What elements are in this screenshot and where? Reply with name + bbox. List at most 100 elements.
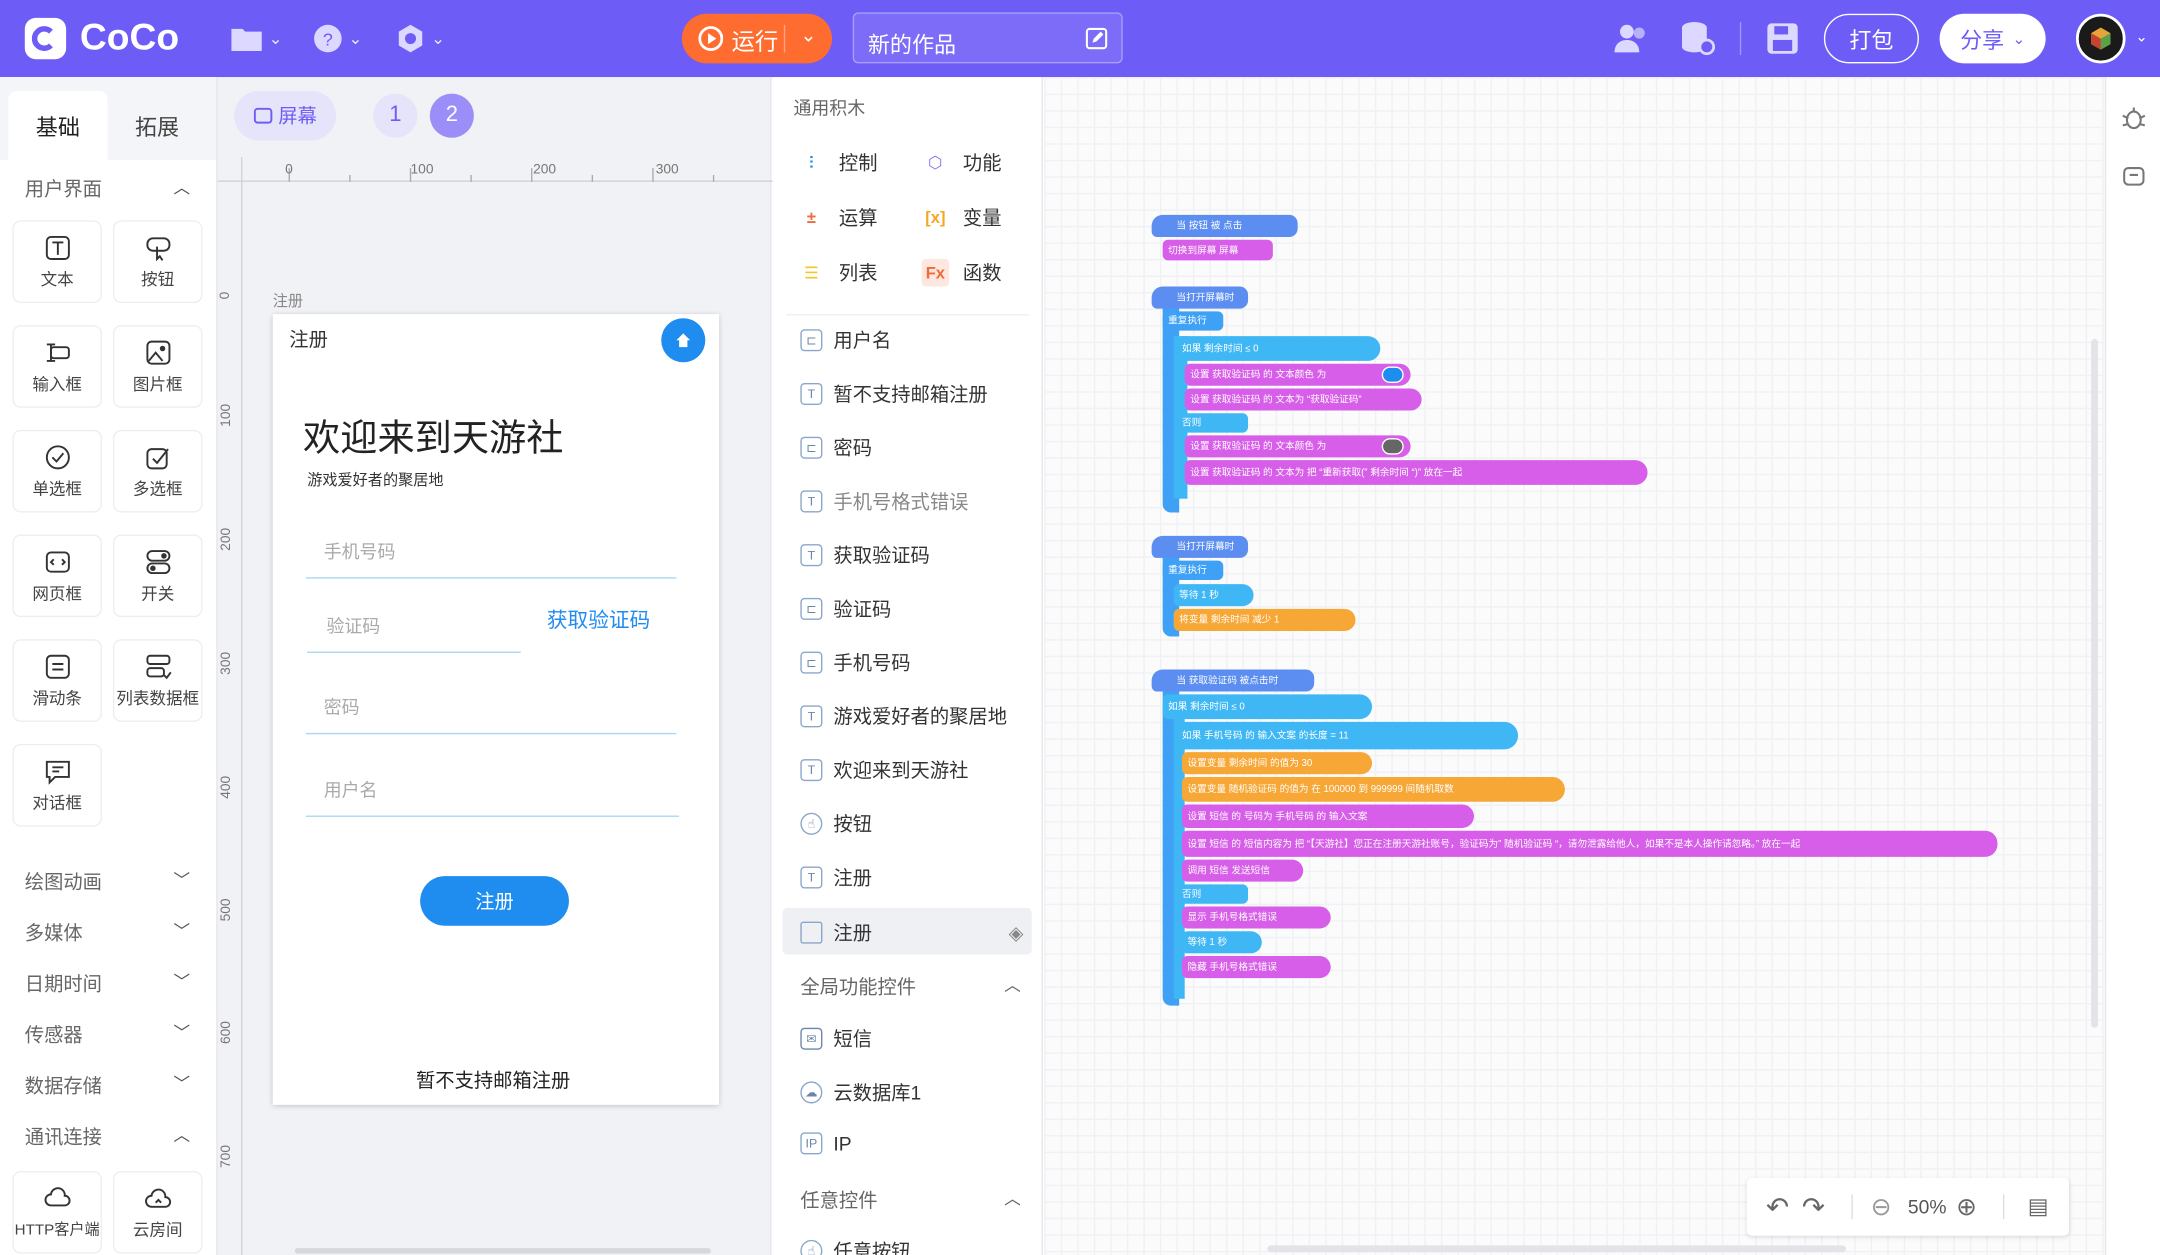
project-title-input[interactable]: 新的作品 (852, 12, 1123, 64)
component-list-view[interactable]: 列表数据框 (112, 639, 203, 722)
section-sensor[interactable]: 传感器 ﹀ (25, 1021, 190, 1049)
layers-icon[interactable]: ◈ (1009, 921, 1024, 944)
category-function[interactable]: ⬡ 功能 (922, 149, 1001, 177)
block-item-email-note[interactable]: T 暂不支持邮箱注册 (800, 380, 1034, 408)
component-webview[interactable]: 网页框 (12, 534, 102, 618)
screen-toggle-button[interactable]: 屏幕 (234, 90, 337, 141)
block-item-register-screen[interactable]: 注册 ◈ (800, 919, 1034, 947)
component-text[interactable]: 文本 (12, 220, 102, 304)
set-block[interactable]: 设置 获取验证码 的 文本颜色 为 (1184, 363, 1411, 386)
wait-block[interactable]: 等待 1 秒 (1181, 931, 1262, 954)
block-item-username[interactable]: ⊏ 用户名 (800, 326, 1034, 354)
component-cloud-room[interactable]: 云房间 (112, 1170, 203, 1254)
component-image[interactable]: 图片框 (112, 325, 203, 408)
section-draw[interactable]: 绘图动画 ﹀ (25, 868, 190, 896)
chevron-down-icon[interactable]: ⌄ (2135, 28, 2148, 46)
app-logo[interactable]: CoCo (24, 17, 179, 60)
username-input[interactable]: 用户名 (305, 776, 680, 817)
section-global-widgets[interactable]: 全局功能控件 ︿ (800, 973, 1020, 1001)
component-slider[interactable]: 滑动条 (12, 639, 102, 722)
align-blocks-icon[interactable]: ▤ (2028, 1193, 2049, 1221)
redo-icon[interactable]: ↷ (1802, 1190, 1825, 1224)
save-icon[interactable] (1766, 22, 1799, 55)
collaborators-icon[interactable] (1613, 22, 1649, 55)
block-item-subtitle[interactable]: T 游戏爱好者的聚居地 (800, 703, 1034, 731)
component-http-client[interactable]: HTTP客户端 (12, 1170, 102, 1254)
verification-code-input[interactable]: 验证码 (307, 612, 521, 653)
change-var-block[interactable]: 将变量 剩余时间 减少 1 (1173, 608, 1356, 631)
edit-icon[interactable] (1085, 27, 1108, 50)
canvas-scrollbar[interactable] (294, 1248, 711, 1254)
database-icon[interactable] (1679, 21, 1716, 57)
event-hat-block[interactable]: 当打开屏幕时 (1151, 286, 1249, 309)
tab-basic[interactable]: 基础 (8, 90, 108, 160)
event-hat-block[interactable]: 当 按钮 被 点击 (1151, 214, 1298, 237)
phone-number-input[interactable]: 手机号码 (305, 537, 677, 579)
event-hat-block[interactable]: 当 获取验证码 被点击时 (1151, 669, 1315, 692)
block-item-phone[interactable]: ⊏ 手机号码 (800, 649, 1034, 677)
backpack-icon[interactable] (2120, 163, 2148, 191)
block-item-sms[interactable]: ✉ 短信 (800, 1025, 1034, 1053)
file-menu[interactable]: ⌄ (230, 21, 282, 57)
set-sms-content-block[interactable]: 设置 短信 的 短信内容为 把 “【天游社】您正在注册天游社账号，验证码为” 随… (1181, 830, 1998, 857)
settings-menu[interactable]: ⌄ (395, 21, 445, 57)
set-var-random-block[interactable]: 设置变量 随机验证码 的值为 在 100000 到 999999 间随机取数 (1181, 776, 1565, 802)
block-item-phone-error[interactable]: T 手机号格式错误 (800, 488, 1034, 516)
set-block[interactable]: 设置 获取验证码 的 文本颜色 为 (1184, 435, 1411, 458)
hide-block[interactable]: 隐藏 手机号格式错误 (1181, 956, 1331, 979)
block-item-code[interactable]: ⊏ 验证码 (800, 595, 1034, 623)
section-datetime[interactable]: 日期时间 ﹀ (25, 970, 190, 998)
set-var-block[interactable]: 设置变量 剩余时间 的值为 30 (1181, 752, 1373, 775)
tab-extension[interactable]: 拓展 (107, 91, 206, 160)
category-function-def[interactable]: Fx 函数 (921, 258, 1001, 287)
component-button[interactable]: 按钮 (112, 220, 203, 304)
block-item-cloud-db[interactable]: ☁ 云数据库1 (800, 1079, 1034, 1107)
block-item-register-text[interactable]: T 注册 (800, 864, 1034, 892)
if-block[interactable]: 如果 手机号码 的 输入文案 的长度 = 11 (1176, 721, 1519, 750)
component-checkbox[interactable]: 多选框 (112, 429, 203, 513)
if-block[interactable]: 如果 剩余时间 ≤ 0 (1176, 336, 1381, 361)
category-list[interactable]: ☰ 列表 (798, 259, 878, 287)
block-item-welcome[interactable]: T 欢迎来到天游社 (800, 756, 1034, 784)
block-item-get-code[interactable]: T 获取验证码 (800, 541, 1034, 569)
else-block[interactable]: 否则 (1176, 884, 1249, 904)
code-workspace[interactable]: 当 按钮 被 点击 切换到屏幕 屏幕 当打开屏幕时 重复执行 如果 剩余时间 ≤… (1044, 77, 2105, 1255)
component-radio[interactable]: 单选框 (12, 429, 102, 513)
section-media[interactable]: 多媒体 ﹀ (25, 919, 190, 947)
pack-button[interactable]: 打包 (1823, 13, 1919, 64)
user-avatar[interactable] (2075, 13, 2126, 64)
category-control[interactable]: ⫶ 控制 (798, 149, 877, 177)
else-block[interactable]: 否则 (1176, 413, 1249, 433)
get-code-button[interactable]: 获取验证码 (547, 605, 650, 634)
loop-block[interactable]: 重复执行 (1162, 311, 1224, 331)
wait-block[interactable]: 等待 1 秒 (1173, 584, 1254, 607)
category-variable[interactable]: [x] 变量 (922, 204, 1001, 232)
component-input[interactable]: 输入框 (12, 325, 102, 408)
section-any-widgets[interactable]: 任意控件 ︿ (800, 1186, 1020, 1214)
show-block[interactable]: 显示 手机号格式错误 (1181, 906, 1331, 929)
section-ui[interactable]: 用户界面 ︿ (25, 175, 190, 203)
home-button[interactable] (661, 318, 706, 363)
bug-icon[interactable] (2120, 105, 2148, 133)
share-button[interactable]: 分享 ⌄ (1939, 13, 2046, 64)
event-hat-block[interactable]: 当打开屏幕时 (1151, 535, 1249, 558)
category-operator[interactable]: ± 运算 (798, 204, 878, 232)
block-item-button[interactable]: ☝ 按钮 (800, 810, 1034, 838)
block-item-ip[interactable]: IP IP (800, 1132, 1034, 1155)
set-join-block[interactable]: 设置 获取验证码 的 文本为 把 “重新获取(” 剩余时间 “)” 放在一起 (1184, 460, 1648, 485)
zoom-in-icon[interactable]: ⊕ (1956, 1192, 1977, 1221)
component-switch[interactable]: 开关 (112, 534, 203, 618)
block-item-password[interactable]: ⊏ 密码 (800, 434, 1034, 462)
section-storage[interactable]: 数据存储 ﹀ (25, 1072, 190, 1100)
component-dialog[interactable]: 对话框 (12, 743, 102, 827)
set-block[interactable]: 设置 获取验证码 的 文本为 “获取验证码” (1184, 388, 1422, 411)
help-menu[interactable]: ? ⌄ (313, 21, 362, 57)
section-network[interactable]: 通讯连接 ︿ (25, 1123, 190, 1151)
workspace-hscroll[interactable] (1267, 1245, 1846, 1253)
call-sms-block[interactable]: 调用 短信 发送短信 (1181, 859, 1304, 882)
run-options-chevron-icon[interactable]: ⌄ (800, 23, 816, 46)
password-input[interactable]: 密码 (305, 693, 677, 735)
page-2-button[interactable]: 2 (429, 93, 474, 138)
undo-icon[interactable]: ↶ (1766, 1190, 1789, 1224)
workspace-vscroll[interactable] (2091, 338, 2099, 1028)
